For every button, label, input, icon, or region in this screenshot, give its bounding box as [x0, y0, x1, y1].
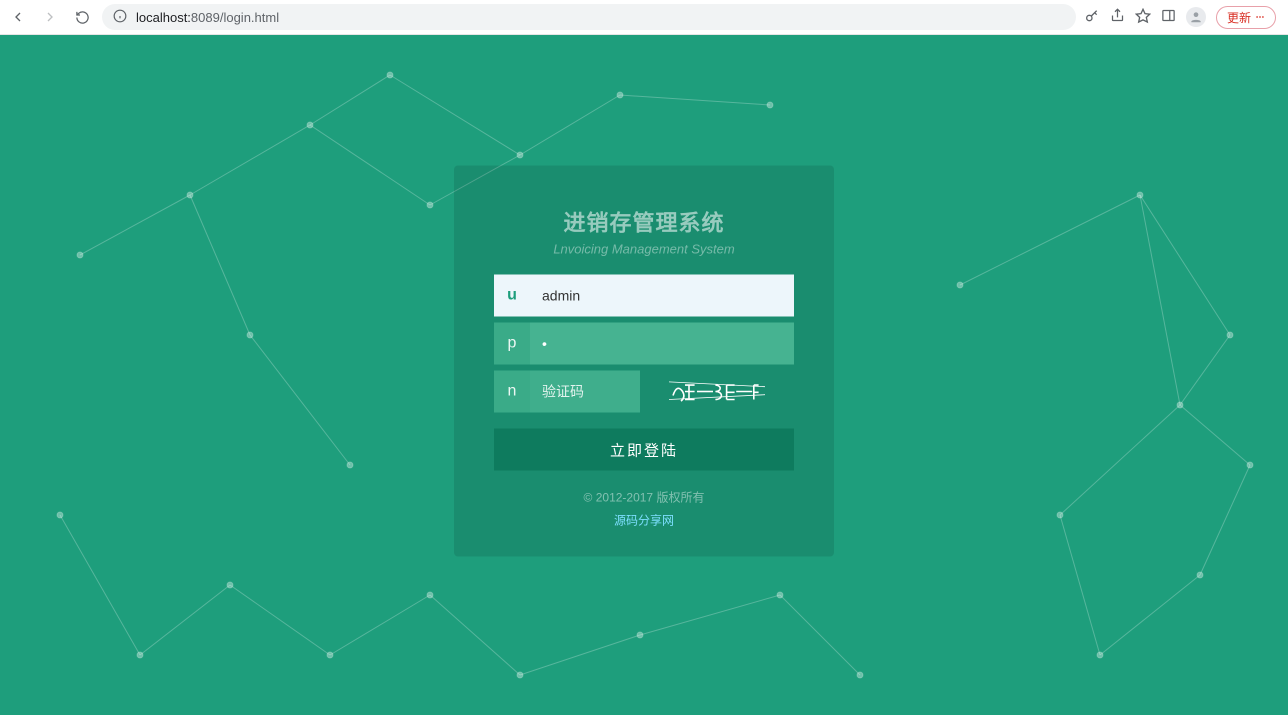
captcha-icon: n	[494, 371, 530, 413]
update-label: 更新	[1227, 9, 1251, 26]
site-info-icon[interactable]	[112, 9, 128, 26]
profile-avatar[interactable]	[1186, 7, 1206, 27]
username-input[interactable]	[530, 275, 794, 317]
toolbar-right: 更新	[1084, 6, 1282, 29]
back-button[interactable]	[6, 5, 30, 29]
lock-icon: p	[494, 323, 530, 365]
login-subtitle: Lnvoicing Management System	[494, 242, 794, 257]
login-button[interactable]: 立即登陆	[494, 429, 794, 471]
password-field: p	[494, 323, 794, 365]
bookmark-star-icon[interactable]	[1135, 8, 1151, 27]
user-icon: u	[494, 275, 530, 317]
key-icon[interactable]	[1084, 8, 1100, 27]
browser-toolbar: localhost:8089/login.html 更新	[0, 0, 1288, 35]
forward-button[interactable]	[38, 5, 62, 29]
password-input[interactable]	[530, 323, 794, 365]
panel-icon[interactable]	[1161, 8, 1176, 26]
share-icon[interactable]	[1110, 8, 1125, 26]
url-text: localhost:8089/login.html	[136, 10, 279, 25]
captcha-input[interactable]	[530, 371, 640, 413]
reload-button[interactable]	[70, 5, 94, 29]
captcha-image[interactable]	[640, 371, 794, 413]
login-title: 进销存管理系统	[494, 206, 794, 238]
copyright-text: © 2012-2017 版权所有	[494, 489, 794, 506]
update-button[interactable]: 更新	[1216, 6, 1276, 29]
page-viewport: 进销存管理系统 Lnvoicing Management System u p …	[0, 35, 1288, 715]
source-link[interactable]: 源码分享网	[614, 514, 674, 528]
captcha-field: n	[494, 371, 794, 413]
address-bar[interactable]: localhost:8089/login.html	[102, 4, 1076, 30]
source-link-wrap: 源码分享网	[494, 512, 794, 529]
login-panel: 进销存管理系统 Lnvoicing Management System u p …	[454, 166, 834, 557]
username-field: u	[494, 275, 794, 317]
